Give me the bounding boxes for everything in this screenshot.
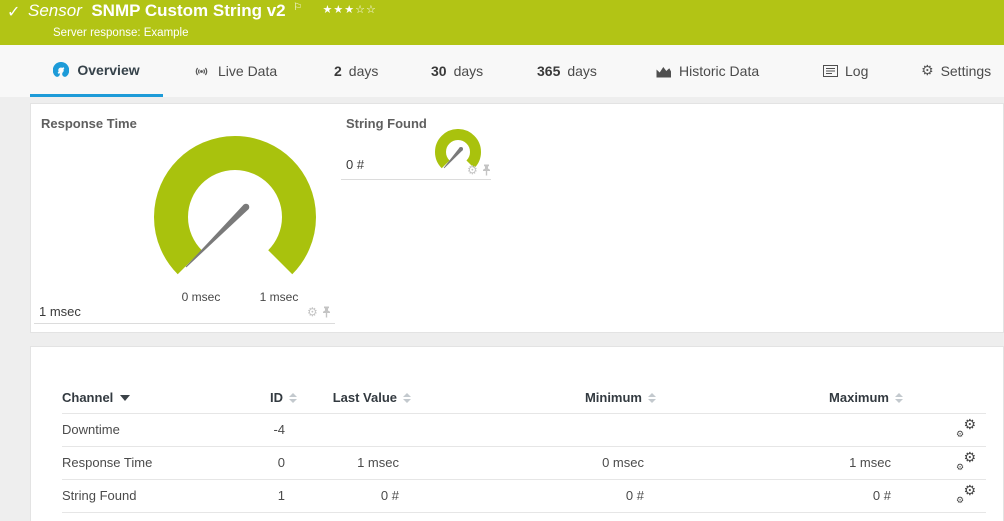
tab-30-days[interactable]: 30 days (431, 45, 483, 97)
channel-minimum (411, 413, 656, 447)
gauge-scale-min: 0 msec (181, 290, 221, 304)
channel-maximum: 0 # (656, 479, 903, 513)
column-header-last-value[interactable]: Last Value (297, 383, 411, 414)
channels-panel: Channel ID Last Value Minimum Maximum Do… (30, 346, 1004, 521)
channel-minimum: 0 msec (411, 446, 656, 480)
status-ok-icon: ✓ (7, 4, 21, 21)
column-label: Maximum (829, 390, 889, 406)
gauge-settings-icon[interactable]: ⚙ (307, 305, 318, 319)
channel-maximum (656, 413, 903, 447)
tab-label: days (453, 63, 484, 79)
channels-table: Channel ID Last Value Minimum Maximum Do… (62, 383, 986, 513)
tab-365-days[interactable]: 365 days (537, 45, 597, 97)
sort-toggle-icon (895, 392, 903, 403)
channel-settings-icon[interactable]: ⚙ ⚙ (956, 450, 976, 473)
stars-empty: ☆☆ (355, 4, 377, 16)
tab-number: 30 (431, 63, 447, 79)
tab-2-days[interactable]: 2 days (334, 45, 378, 97)
tab-label: days (348, 63, 379, 79)
gauge-settings-icon[interactable]: ⚙ (467, 163, 478, 177)
area-chart-icon (655, 65, 672, 78)
tab-historic-data[interactable]: Historic Data (655, 45, 759, 97)
column-label: ID (270, 390, 283, 406)
response-time-gauge (154, 136, 316, 275)
table-row: String Found 1 0 # 0 # 0 # ⚙ ⚙ (62, 479, 986, 513)
sort-toggle-icon (289, 392, 297, 403)
log-icon (823, 65, 838, 77)
sort-desc-icon (120, 394, 131, 401)
flag-icon[interactable]: ⚐ (293, 2, 302, 13)
object-kind-label: Sensor (28, 1, 82, 20)
channel-settings-icon[interactable]: ⚙ ⚙ (956, 417, 976, 440)
channel-last-value: 1 msec (297, 446, 411, 480)
gauge-scale-max: 1 msec (259, 290, 299, 304)
table-header-row: Channel ID Last Value Minimum Maximum (62, 383, 986, 414)
gauge-current-value: 1 msec (39, 304, 81, 319)
pin-icon[interactable] (322, 306, 331, 318)
tab-number: 2 (334, 63, 342, 79)
channel-name[interactable]: Downtime (62, 413, 237, 447)
table-row: Response Time 0 1 msec 0 msec 1 msec ⚙ ⚙ (62, 446, 986, 480)
column-label: Last Value (332, 390, 397, 406)
sensor-status-message: Server response: Example (53, 27, 189, 39)
channel-maximum: 1 msec (656, 446, 903, 480)
priority-stars[interactable]: ★★★☆☆ (322, 4, 376, 16)
channel-last-value (297, 413, 411, 447)
channel-settings-icon[interactable]: ⚙ ⚙ (956, 483, 976, 506)
gauges-panel: Response Time 0 msec 1 msec 1 msec ⚙ Str… (30, 103, 1004, 333)
table-row: Downtime -4 ⚙ ⚙ (62, 413, 986, 447)
tab-label: Log (845, 63, 869, 79)
channel-last-value: 0 # (297, 479, 411, 513)
live-data-icon (192, 64, 211, 79)
gauge-title: String Found (346, 116, 427, 131)
sort-toggle-icon (403, 392, 411, 403)
tab-overview[interactable]: Overview (30, 45, 163, 97)
column-label: Minimum (584, 390, 642, 406)
tab-label: Historic Data (679, 63, 760, 79)
channel-id: -4 (237, 413, 297, 447)
sort-toggle-icon (648, 392, 656, 403)
gauge-icon (53, 61, 70, 78)
tab-label: Live Data (218, 63, 278, 79)
overview-content: Response Time 0 msec 1 msec 1 msec ⚙ Str… (0, 97, 1004, 521)
sensor-header: ✓ Sensor SNMP Custom String v2 ⚐ ★★★☆☆ S… (0, 0, 1004, 45)
column-label: Channel (62, 390, 114, 406)
channel-name[interactable]: Response Time (62, 446, 237, 480)
column-header-maximum[interactable]: Maximum (656, 383, 903, 414)
column-header-actions (903, 383, 986, 414)
channel-id: 1 (237, 479, 297, 513)
tab-live-data[interactable]: Live Data (192, 45, 277, 97)
tab-settings[interactable]: ⚙ Settings (921, 45, 991, 97)
tab-number: 365 (537, 63, 561, 79)
tab-log[interactable]: Log (823, 45, 868, 97)
widget-divider (341, 179, 491, 180)
column-header-minimum[interactable]: Minimum (411, 383, 656, 414)
tab-bar: Overview Live Data 2 days 30 days 365 da… (0, 45, 1004, 97)
channel-name[interactable]: String Found (62, 479, 237, 513)
stars-filled: ★★★ (322, 4, 356, 16)
gauge-current-value: 0 # (346, 157, 365, 172)
widget-divider (34, 323, 335, 324)
channel-id: 0 (237, 446, 297, 480)
channel-minimum: 0 # (411, 479, 656, 513)
gauge-title: Response Time (41, 116, 137, 131)
column-header-id[interactable]: ID (237, 383, 297, 414)
tab-label: days (567, 63, 597, 79)
column-header-channel[interactable]: Channel (62, 383, 237, 414)
gear-icon: ⚙ (921, 63, 934, 79)
tab-label: Settings (940, 63, 992, 79)
pin-icon[interactable] (482, 164, 491, 176)
sensor-title: SNMP Custom String v2 (91, 1, 286, 20)
tab-label: Overview (77, 61, 140, 78)
